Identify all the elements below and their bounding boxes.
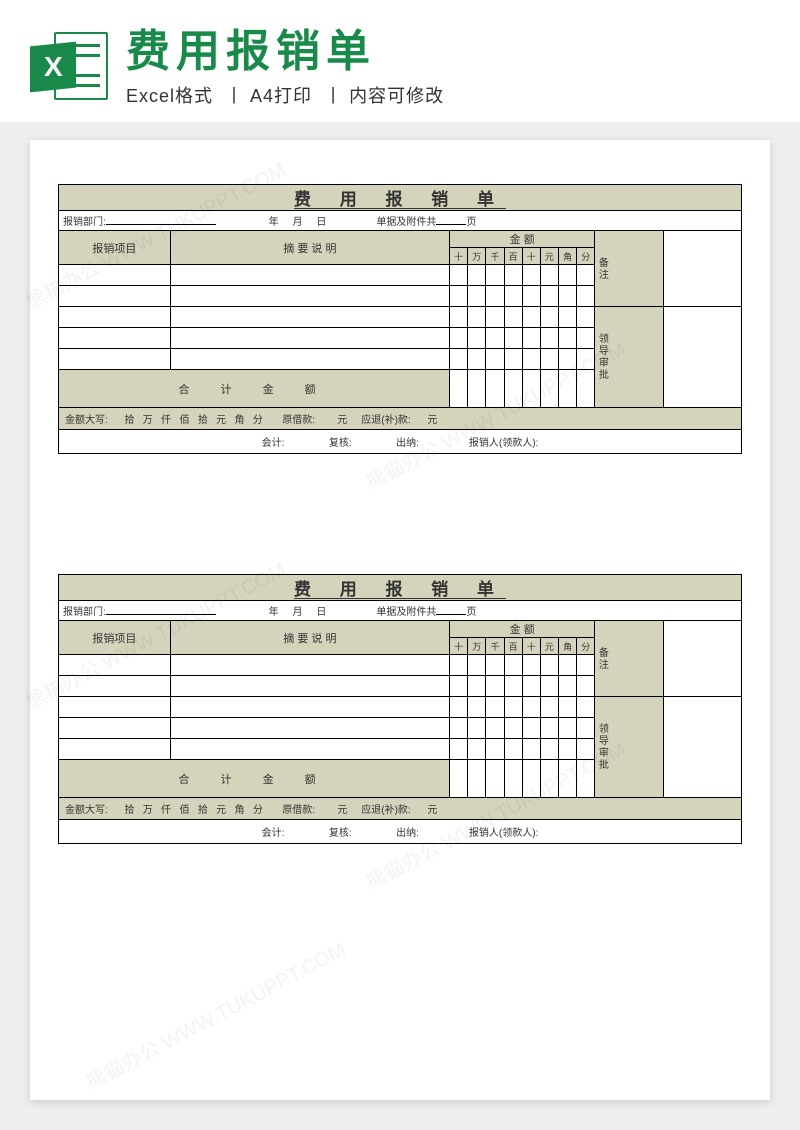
- digit: 角: [559, 638, 577, 655]
- digit: 万: [468, 638, 486, 655]
- form-title: 费 用 报 销 单: [59, 185, 742, 211]
- page-header: X 费用报销单 Excel格式 丨 A4打印 丨 内容可修改: [0, 0, 800, 122]
- table-row: 领导审批: [59, 697, 742, 718]
- a4-page: 熊猫办公 WWW.TUKUPPT.COM 熊猫办公 WWW.TUKUPPT.CO…: [30, 140, 770, 1100]
- digit-wan: 万: [468, 248, 486, 265]
- digit: 分: [577, 638, 595, 655]
- col-item: 报销项目: [59, 231, 171, 265]
- table-row: 领导审批: [59, 307, 742, 328]
- col-approve: 领导审批: [595, 307, 663, 408]
- digit: 十: [450, 638, 468, 655]
- signature-row: 会计: 复核: 出纳: 报销人(领款人):: [59, 430, 742, 454]
- watermark: 熊猫办公 WWW.TUKUPPT.COM: [80, 934, 350, 1096]
- digit-shi: 十: [522, 248, 540, 265]
- digit-bai: 百: [504, 248, 522, 265]
- caps-row: 金额大写: 拾 万 仟 佰 拾 元 角 分 原借款: 元 应退(补)款: 元: [59, 408, 742, 430]
- digit-fen: 分: [577, 248, 595, 265]
- expense-form-2: 费 用 报 销 单 报销部门: 年 月 日 单据及附件共页 报销项目: [58, 574, 742, 844]
- note-blank: [663, 621, 741, 697]
- approve-blank: [663, 697, 741, 798]
- col-summary: 摘 要 说 明: [170, 231, 449, 265]
- digit-yuan: 元: [540, 248, 558, 265]
- digit-jiao: 角: [559, 248, 577, 265]
- note-blank: [663, 231, 741, 307]
- col-note: 备注: [595, 621, 663, 697]
- col-amount: 金 额: [450, 621, 595, 638]
- digit-10: 十: [450, 248, 468, 265]
- caps-row: 金额大写: 拾 万 仟 佰 拾 元 角 分 原借款: 元 应退(补)款: 元: [59, 798, 742, 820]
- col-item: 报销项目: [59, 621, 171, 655]
- col-amount: 金 额: [450, 231, 595, 248]
- digit: 百: [504, 638, 522, 655]
- digit-qian: 千: [486, 248, 504, 265]
- col-summary: 摘 要 说 明: [170, 621, 449, 655]
- digit: 十: [522, 638, 540, 655]
- approve-blank: [663, 307, 741, 408]
- subtitle: Excel格式 丨 A4打印 丨 内容可修改: [126, 82, 770, 108]
- excel-icon: X: [30, 28, 108, 106]
- col-approve: 领导审批: [595, 697, 663, 798]
- col-note: 备注: [595, 231, 663, 307]
- info-line: 报销部门: 年 月 日 单据及附件共页: [59, 601, 742, 621]
- info-line: 报销部门: 年 月 日 单据及附件共页: [59, 211, 742, 231]
- digit: 元: [540, 638, 558, 655]
- digit: 千: [486, 638, 504, 655]
- main-title: 费用报销单: [126, 28, 770, 76]
- form-title: 费 用 报 销 单: [59, 575, 742, 601]
- expense-form-1: 费 用 报 销 单 报销部门: 年 月 日 单据及附件共页 报销项目: [58, 184, 742, 454]
- signature-row: 会计: 复核: 出纳: 报销人(领款人):: [59, 820, 742, 844]
